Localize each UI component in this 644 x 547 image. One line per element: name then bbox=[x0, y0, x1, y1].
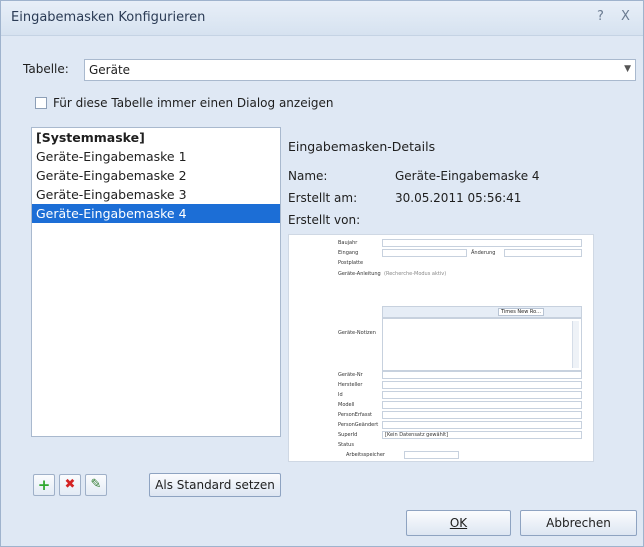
preview-label: Geräte-Anleitung bbox=[338, 271, 381, 277]
window-title: Eingabemasken Konfigurieren bbox=[11, 10, 206, 25]
table-label: Tabelle: bbox=[23, 62, 69, 76]
preview-label: Hersteller bbox=[338, 382, 363, 388]
close-icon[interactable]: X bbox=[621, 9, 630, 24]
table-select[interactable]: Geräte ▼ bbox=[84, 59, 636, 81]
name-label: Name: bbox=[288, 169, 328, 183]
masks-list[interactable]: [Systemmaske] Geräte-Eingabemaske 1 Gerä… bbox=[31, 127, 281, 437]
preview-label: PersonErfasst bbox=[338, 412, 373, 418]
preview-label: Änderung bbox=[471, 250, 496, 256]
delete-icon: ✖ bbox=[64, 477, 76, 492]
preview-label: Arbeitsspeicher bbox=[346, 452, 385, 458]
preview-field bbox=[382, 371, 582, 379]
preview-field bbox=[382, 391, 582, 399]
help-icon[interactable]: ? bbox=[597, 9, 604, 24]
title-bar: Eingabemasken Konfigurieren ? X bbox=[1, 1, 643, 36]
created-at-value: 30.05.2011 05:56:41 bbox=[395, 191, 522, 205]
preview-field bbox=[504, 249, 582, 257]
preview-field bbox=[382, 421, 582, 429]
preview-field bbox=[382, 401, 582, 409]
preview-label: Geräte-Nr bbox=[338, 372, 363, 378]
preview-toolbar: Times New Ro... bbox=[382, 306, 582, 318]
plus-icon: + bbox=[37, 476, 51, 494]
preview-field bbox=[382, 249, 467, 257]
preview-label: PersonGeändert bbox=[338, 422, 379, 428]
always-dialog-checkbox[interactable] bbox=[35, 97, 47, 109]
list-item-mask-1[interactable]: Geräte-Eingabemaske 1 bbox=[32, 147, 280, 166]
created-at-label: Erstellt am: bbox=[288, 191, 358, 205]
chevron-down-icon[interactable]: ▼ bbox=[624, 64, 631, 74]
list-item-mask-2[interactable]: Geräte-Eingabemaske 2 bbox=[32, 166, 280, 185]
list-item-mask-4[interactable]: Geräte-Eingabemaske 4 bbox=[32, 204, 280, 223]
name-value: Geräte-Eingabemaske 4 bbox=[395, 169, 540, 183]
mask-preview: Baujahr Eingang Änderung Postplatte Gerä… bbox=[288, 234, 594, 462]
preview-field bbox=[382, 381, 582, 389]
edit-icon: ✎ bbox=[90, 477, 102, 492]
preview-superid-value: [Kein Datensatz gewählt] bbox=[385, 432, 449, 438]
preview-field bbox=[382, 411, 582, 419]
preview-label: Geräte-Notizen bbox=[338, 330, 376, 336]
preview-label: Baujahr bbox=[338, 240, 358, 246]
preview-field: [Kein Datensatz gewählt] bbox=[382, 431, 582, 439]
preview-font-name: Times New Ro... bbox=[498, 308, 544, 316]
dialog-window: Eingabemasken Konfigurieren ? X Tabelle:… bbox=[0, 0, 644, 547]
preview-field bbox=[382, 239, 582, 247]
list-item-systemmaske[interactable]: [Systemmaske] bbox=[32, 128, 280, 147]
preview-label: SuperId bbox=[338, 432, 358, 438]
preview-scrollbar bbox=[572, 321, 579, 368]
preview-memo bbox=[382, 318, 582, 371]
created-by-label: Erstellt von: bbox=[288, 213, 361, 227]
preview-label: Postplatte bbox=[338, 260, 364, 266]
list-item-mask-3[interactable]: Geräte-Eingabemaske 3 bbox=[32, 185, 280, 204]
always-dialog-label: Für diese Tabelle immer einen Dialog anz… bbox=[53, 96, 334, 110]
delete-mask-button[interactable]: ✖ bbox=[59, 474, 81, 496]
ok-button[interactable]: OK bbox=[406, 510, 511, 536]
table-select-value: Geräte bbox=[89, 63, 131, 77]
preview-label: Eingang bbox=[338, 250, 359, 256]
preview-recherche-text: (Recherche-Modus aktiv) bbox=[384, 271, 447, 277]
set-default-button[interactable]: Als Standard setzen bbox=[149, 473, 281, 497]
details-title: Eingabemasken-Details bbox=[288, 139, 436, 154]
cancel-button[interactable]: Abbrechen bbox=[520, 510, 637, 536]
edit-mask-button[interactable]: ✎ bbox=[85, 474, 107, 496]
preview-field bbox=[404, 451, 459, 459]
preview-label: Status bbox=[338, 442, 354, 448]
preview-label: Id bbox=[338, 392, 343, 398]
preview-label: Modell bbox=[338, 402, 355, 408]
add-mask-button[interactable]: + bbox=[33, 474, 55, 496]
